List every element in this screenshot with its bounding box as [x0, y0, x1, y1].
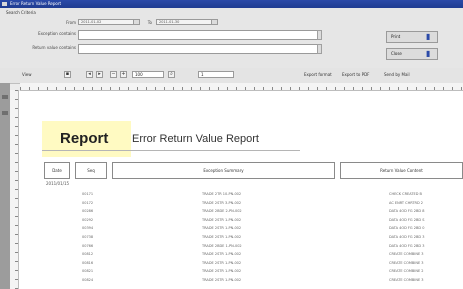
view-label: View [22, 72, 32, 77]
table-cell: DATA 4OD FG 2BD 0 [389, 226, 425, 231]
table-row: 00172 TRADE 2STR 3-PN-002 AC ENRT CHRTRD 2 [44, 199, 463, 207]
return-value-input[interactable] [78, 44, 318, 54]
table-cell: DATA 4OD FG 2BD 3 [389, 235, 425, 239]
print-icon: ▮ [426, 32, 431, 41]
report-toolbar: View ▪ ◂ ▸ − + 100 ⌕ 1 Export format Exp… [0, 68, 463, 84]
column-header: Seq [75, 162, 107, 179]
table-cell: 00766 [82, 243, 94, 248]
table-cell: 00394 [82, 226, 94, 231]
left-gutter [0, 83, 10, 289]
ruler-ticks [15, 90, 18, 289]
print-button-label: Print [391, 34, 401, 39]
report-title: Error Return Value Report [132, 133, 259, 145]
table-cell: 00812 [82, 252, 94, 257]
table-cell: TRADE 2BDE 1-PN-002 [202, 243, 242, 248]
column-header: Return Value Content [340, 162, 463, 179]
to-label: To [147, 20, 152, 25]
close-button[interactable]: Close ▮ [386, 48, 438, 60]
from-date-value: 2011-01-02 [81, 20, 102, 24]
chevron-down-icon[interactable] [211, 20, 217, 24]
table-cell: 00286 [82, 209, 94, 214]
table-cell: TRADE 2STR 3-PN-002 [202, 200, 242, 205]
table-cell: TRADE 2STR 1-PN-002 [202, 269, 242, 274]
table-row: 00738 TRADE 2STR 1-PN-002 DATA 4OD FG 2BD … [44, 233, 463, 241]
exception-input[interactable] [78, 30, 318, 40]
table-cell: CREATE COMBINE 3 [389, 260, 424, 265]
table-row: 00816 TRADE 2STR 1-PN-002 CREATE COMBINE 3 [44, 259, 463, 267]
gutter-marker [2, 111, 8, 115]
zoom-in-icon[interactable]: + [120, 71, 127, 78]
column-header: Date [44, 162, 70, 179]
table-row: 00821 TRADE 2STR 1-PN-002 CREATE COMBINE 2 [44, 267, 463, 275]
table-cell: 00172 [82, 200, 94, 205]
table-cell: DATA 4OD FG 2BD 3 [389, 243, 425, 248]
ruler-ticks [20, 87, 463, 90]
report-window: Error Return Value Report Search Criteri… [0, 0, 463, 289]
close-button-label: Close [391, 51, 402, 56]
table-cell: TRADE 2STR 1-PN-002 [202, 226, 242, 231]
table-cell: TRADE 2BDE 2-PN-002 [202, 209, 242, 214]
table-row: 00171 TRADE 2TR 10-PN-002 CHECK CREATED B [44, 190, 463, 198]
search-icon[interactable]: ⌕ [168, 71, 175, 78]
table-cell: 00821 [82, 269, 94, 274]
gutter-marker [2, 95, 8, 99]
close-icon: ▮ [426, 49, 431, 58]
table-cell: DATA 4OD FG 2BD 8 [389, 209, 425, 214]
table-cell: 00816 [82, 260, 94, 265]
table-cell: TRADE 2STR 1-PN-002 [202, 217, 242, 222]
table-cell: CREATE COMBINE 3 [389, 252, 424, 257]
table-row: 00292 TRADE 2STR 1-PN-002 DATA 4OD FG 2BD … [44, 216, 463, 224]
exception-scrollbar[interactable] [317, 30, 322, 40]
table-row: 00812 TRADE 2STR 1-PN-002 CREATE COMBINE 3 [44, 250, 463, 258]
table-row: 00394 TRADE 2STR 1-PN-002 DATA 4OD FG 2BD … [44, 224, 463, 232]
next-page-icon[interactable]: ▸ [96, 71, 103, 78]
criteria-group-label: Search Criteria [6, 10, 36, 15]
search-criteria-panel: Search Criteria From 2011-01-02 To 2011-… [0, 8, 463, 69]
table-cell: 00292 [82, 217, 94, 222]
window-title: Error Return Value Report [10, 1, 62, 6]
title-bar: Error Return Value Report [0, 0, 463, 8]
from-label: From [66, 20, 76, 25]
table-cell: 00824 [82, 278, 94, 282]
table-header: Date Seq Exception Summary Return Value … [44, 162, 463, 179]
table-cell: 00171 [82, 192, 94, 196]
send-mail-link[interactable]: Send by Mail [384, 71, 410, 79]
exception-label: Exception contains [38, 31, 76, 36]
zoom-select[interactable]: 100 [132, 71, 164, 78]
first-page-icon[interactable]: ▪ [64, 71, 71, 78]
zoom-out-icon[interactable]: − [110, 71, 117, 78]
export-format-label[interactable]: Export format [304, 71, 332, 79]
table-cell: CREATE COMBINE 2 [389, 269, 424, 274]
print-button[interactable]: Print ▮ [386, 31, 438, 43]
prev-page-icon[interactable]: ◂ [86, 71, 93, 78]
chevron-down-icon[interactable] [133, 20, 139, 24]
return-value-label: Return value contains [32, 45, 76, 50]
to-date-field[interactable]: 2011-01-30 [156, 19, 218, 25]
table-cell: CREATE COMBINE 3 [389, 278, 424, 282]
table-cell: TRADE 2TR 10-PN-002 [202, 192, 242, 196]
table-cell: DATA 4OD FG 2BD S [389, 217, 425, 222]
export-pdf-link[interactable]: Export to PDF [342, 71, 369, 79]
table-cell: CHECK CREATED B [389, 192, 422, 196]
table-cell: TRADE 2STR 1-PN-002 [202, 252, 242, 257]
table-cell: AC ENRT CHRTRD 2 [389, 200, 424, 205]
group-date: 2011/01/15 [46, 181, 70, 186]
vertical-ruler [10, 90, 19, 289]
title-divider [42, 150, 300, 151]
table-row: 00286 TRADE 2BDE 2-PN-002 DATA 4OD FG 2BD … [44, 207, 463, 215]
from-date-field[interactable]: 2011-01-02 [78, 19, 140, 25]
to-date-value: 2011-01-30 [159, 20, 180, 24]
table-cell: TRADE 2STR 1-PN-002 [202, 235, 242, 239]
table-cell: TRADE 2STR 1-PN-002 [202, 278, 242, 282]
return-value-scrollbar[interactable] [317, 44, 322, 54]
page-field[interactable]: 1 [198, 71, 234, 78]
horizontal-ruler [20, 83, 463, 91]
report-badge: Report [60, 130, 109, 147]
table-row: 00824 TRADE 2STR 1-PN-002 CREATE COMBINE 3 [44, 276, 463, 284]
table-row: 00766 TRADE 2BDE 1-PN-002 DATA 4OD FG 2BD … [44, 242, 463, 250]
table-cell: TRADE 2STR 1-PN-002 [202, 260, 242, 265]
window-icon [2, 2, 7, 6]
table-cell: 00738 [82, 235, 94, 239]
column-header: Exception Summary [112, 162, 335, 179]
